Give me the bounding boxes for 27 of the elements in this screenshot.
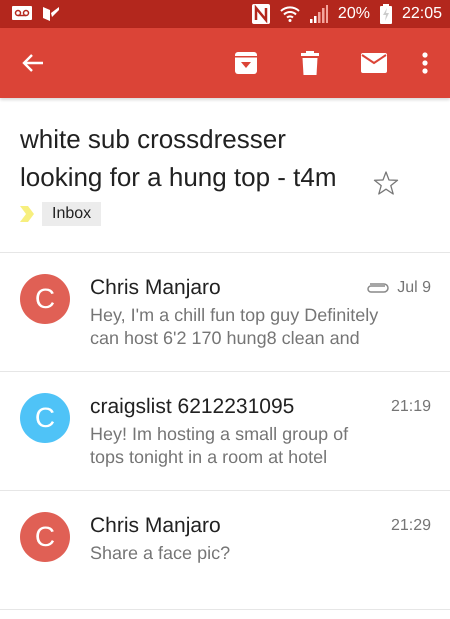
email-subject: white sub crossdresser looking for a hung top - t4m [20, 123, 338, 194]
message-snippet: Hey! Im hosting a small group of tops tonight in a room at hotel [90, 423, 350, 469]
signal-icon [310, 5, 328, 23]
avatar: C [20, 274, 70, 324]
sender-name: Chris Manjaro [90, 275, 222, 301]
message-date: Jul 9 [397, 279, 431, 297]
archive-icon[interactable] [235, 52, 257, 74]
voicemail-icon [12, 6, 32, 22]
trash-icon[interactable] [301, 51, 319, 75]
inbox-label[interactable]: Inbox [42, 202, 102, 226]
avatar: C [20, 512, 70, 562]
avatar: C [20, 393, 70, 443]
sender-name: Chris Manjaro [90, 513, 222, 539]
check-flag-icon [42, 5, 60, 23]
message-date: 21:29 [390, 517, 431, 535]
battery-percent: 20% [338, 5, 370, 23]
sender-name: craigslist 6212231095 [90, 394, 296, 420]
more-icon[interactable] [422, 52, 428, 74]
back-arrow-icon[interactable] [22, 53, 44, 73]
clock: 22:05 [402, 5, 442, 23]
message-snippet: Hey, I'm a chill fun top guy Definitely can host 6'2 170 hung8 clean and [90, 304, 380, 350]
envelope-icon[interactable] [361, 53, 387, 73]
nfc-icon [252, 4, 270, 24]
message-snippet: Share a face pic? [90, 542, 232, 565]
message-date: 21:19 [390, 398, 431, 416]
star-icon[interactable] [373, 170, 399, 196]
wifi-icon [280, 6, 300, 22]
